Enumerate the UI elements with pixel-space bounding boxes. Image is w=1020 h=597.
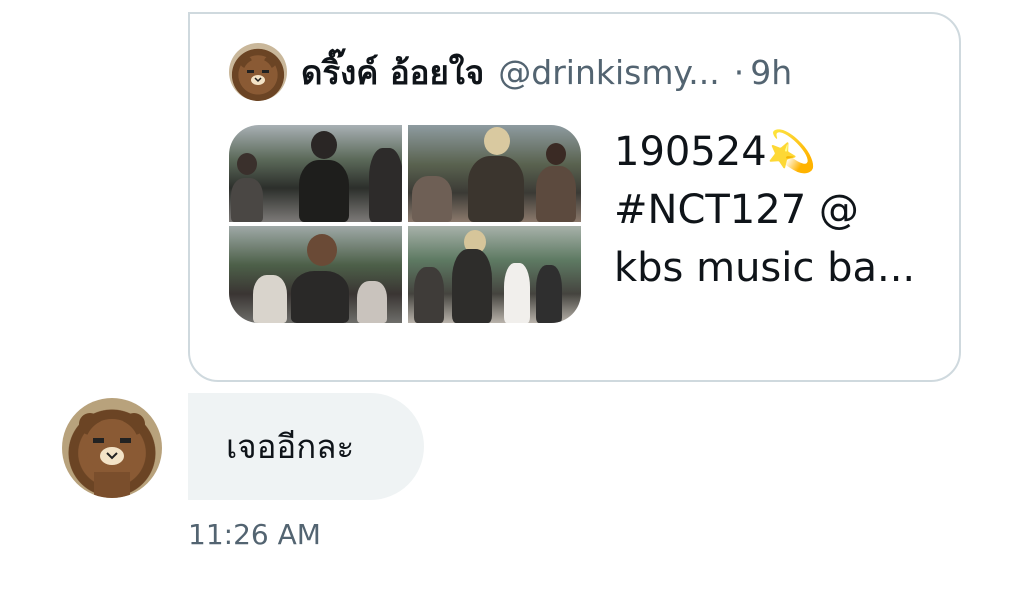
text-line: 190524💫: [614, 129, 817, 175]
tweet-time[interactable]: 9h: [750, 53, 792, 92]
quoted-tweet-card[interactable]: ดริ๊งค์ อ้อยใจ @drinkismy... · 9h 190524…: [188, 12, 961, 382]
bear-icon: [79, 413, 145, 498]
quoted-tweet-text: 190524💫 #NCT127 @ kbs music ba...: [614, 123, 915, 297]
bear-icon: [240, 56, 276, 90]
author-avatar[interactable]: [229, 43, 287, 101]
media-photo[interactable]: [408, 125, 581, 222]
message-timestamp: 11:26 AM: [188, 518, 321, 551]
sender-avatar[interactable]: [62, 398, 162, 498]
separator-dot: ·: [733, 52, 745, 92]
media-grid[interactable]: [229, 125, 581, 323]
text-line: #NCT127 @: [614, 187, 859, 233]
quoted-tweet-header: ดริ๊งค์ อ้อยใจ @drinkismy... · 9h: [229, 43, 792, 101]
message-bubble[interactable]: เจออีกละ: [188, 393, 424, 500]
author-display-name[interactable]: ดริ๊งค์ อ้อยใจ: [301, 46, 484, 99]
media-photo[interactable]: [229, 226, 402, 323]
author-handle[interactable]: @drinkismy...: [498, 53, 720, 92]
message-text: เจออีกละ: [226, 427, 355, 466]
media-photo[interactable]: [229, 125, 402, 222]
media-photo[interactable]: [408, 226, 581, 323]
text-line: kbs music ba...: [614, 245, 916, 291]
